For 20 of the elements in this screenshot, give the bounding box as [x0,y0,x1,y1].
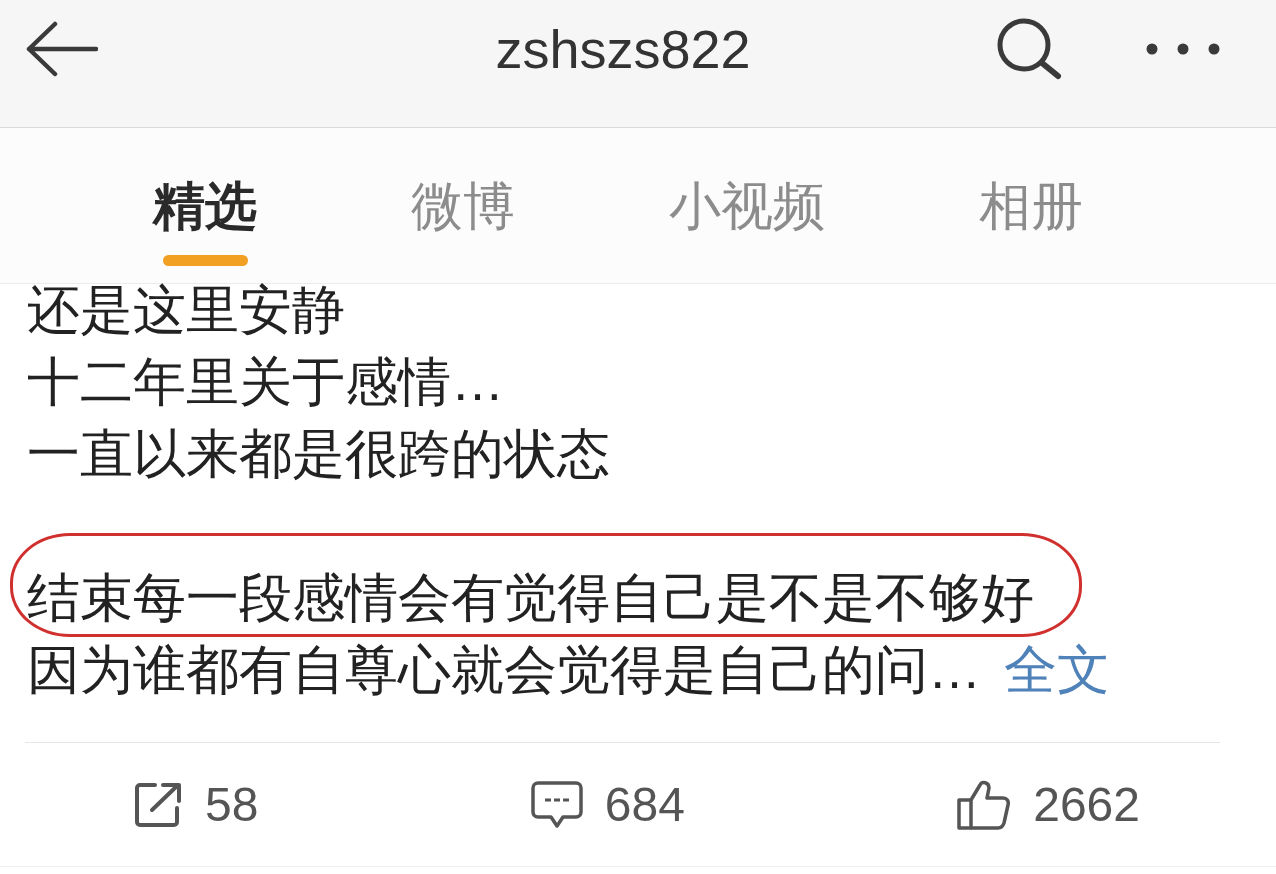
post-text-line: 结束每一段感情会有觉得自己是不是不够好 [27,562,1034,634]
tab[interactable]: 精选 [153,128,257,266]
search-icon [996,17,1062,80]
share-icon [133,780,183,829]
back-button[interactable] [26,20,98,77]
back-arrow-icon [26,20,98,77]
comment-button[interactable]: 684 [530,776,685,833]
more-dots-icon [1146,42,1220,55]
share-button[interactable]: 58 [133,776,259,833]
speech-bubble-icon [530,780,583,829]
search-button[interactable] [996,17,1062,80]
more-button[interactable] [1146,42,1220,55]
like-button[interactable]: 2662 [957,776,1140,833]
thumbs-up-icon [957,779,1012,830]
post-text-line: 还是这里安静 [27,279,345,341]
post-text-line: 一直以来都是很跨的状态 [27,423,610,485]
full-text-link[interactable]: 全文 [1004,634,1110,706]
page-title: zshszs822 [495,17,751,81]
post-text-line: 因为谁都有自尊心就会觉得是自己的问… [27,639,981,701]
post-text-line: 十二年里关于感情… [27,351,504,413]
